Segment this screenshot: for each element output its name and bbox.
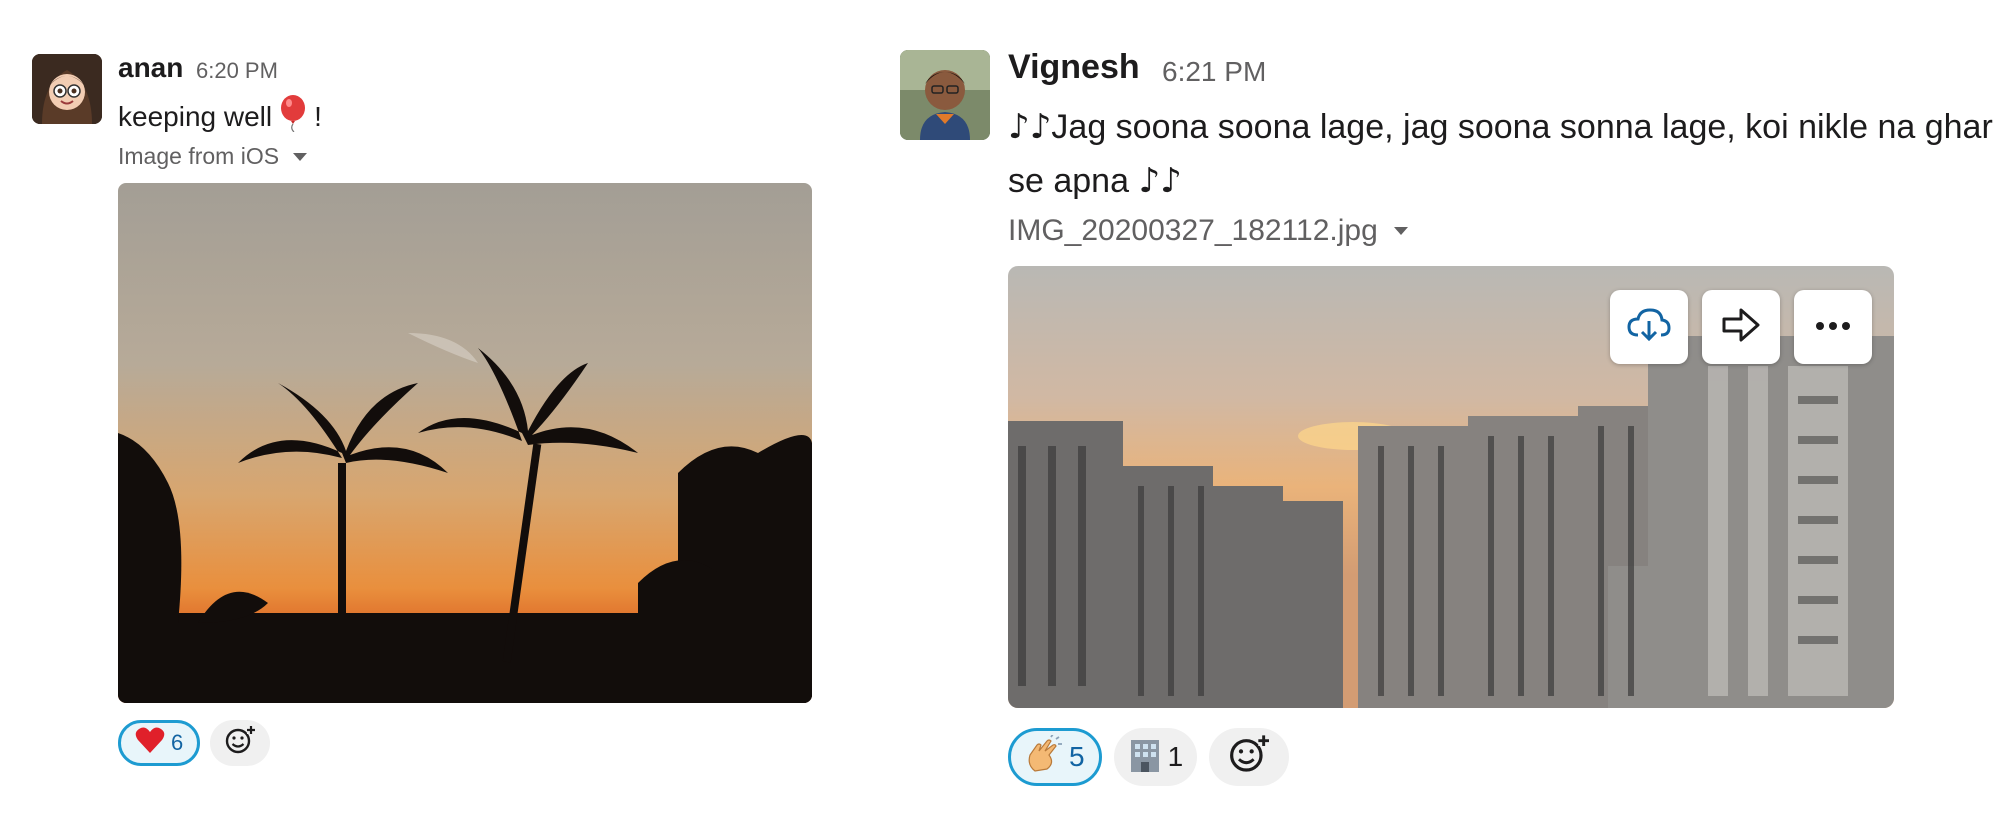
avatar[interactable] xyxy=(900,50,990,140)
message-text: keeping well ! xyxy=(118,94,322,139)
message-suffix: ! xyxy=(314,100,322,132)
more-icon xyxy=(1815,318,1851,336)
music-notes-icon: ♪♪ xyxy=(1138,161,1182,201)
message-body: keeping well xyxy=(118,100,273,132)
reaction-heart[interactable]: 6 xyxy=(118,720,201,766)
author-name[interactable]: Vignesh xyxy=(1008,48,1140,87)
timestamp[interactable]: 6:20 PM xyxy=(196,58,278,84)
clapping-hands-icon xyxy=(1025,733,1063,780)
reactions-bar: 6 xyxy=(118,720,271,766)
chevron-down-icon[interactable] xyxy=(1393,227,1408,235)
share-button[interactable] xyxy=(1702,290,1780,364)
image-actions xyxy=(1610,290,1872,364)
music-notes-icon: ♪♪ xyxy=(1008,107,1052,147)
red-heart-icon xyxy=(135,726,165,760)
add-emoji-icon xyxy=(1229,733,1270,781)
file-label-row[interactable]: IMG_20200327_182112.jpg xyxy=(1008,214,1408,248)
reactions-bar: 5 1 xyxy=(1008,728,1290,786)
office-building-icon xyxy=(1128,736,1162,779)
add-reaction-button[interactable] xyxy=(210,720,271,766)
sunset-city-buildings-image[interactable] xyxy=(1008,266,1894,708)
message-text: ♪♪Jag soona soona lage, jag soona sonna … xyxy=(1008,100,2000,208)
reaction-count: 6 xyxy=(171,730,184,755)
chevron-down-icon[interactable] xyxy=(293,152,308,161)
share-arrow-icon xyxy=(1721,307,1761,348)
author-name[interactable]: anan xyxy=(118,52,183,84)
reaction-count: 1 xyxy=(1167,741,1184,772)
sunset-palm-trees-image[interactable] xyxy=(118,183,812,703)
reaction-count: 5 xyxy=(1069,741,1085,772)
message-anan: anan 6:20 PM keeping well ! Image from i… xyxy=(0,0,870,822)
timestamp[interactable]: 6:21 PM xyxy=(1162,56,1266,88)
cloud-download-icon xyxy=(1627,305,1671,350)
reaction-clap[interactable]: 5 xyxy=(1008,728,1102,786)
add-emoji-icon xyxy=(225,725,256,761)
file-label-row[interactable]: Image from iOS xyxy=(118,143,308,170)
more-actions-button[interactable] xyxy=(1794,290,1872,364)
file-label[interactable]: IMG_20200327_182112.jpg xyxy=(1008,214,1378,248)
message-vignesh: Vignesh 6:21 PM ♪♪Jag soona soona lage, … xyxy=(880,0,1993,822)
add-reaction-button[interactable] xyxy=(1209,728,1290,786)
file-label[interactable]: Image from iOS xyxy=(118,143,279,170)
download-button[interactable] xyxy=(1610,290,1688,364)
reaction-building[interactable]: 1 xyxy=(1113,728,1198,786)
avatar[interactable] xyxy=(32,54,102,124)
balloon-icon xyxy=(278,94,308,139)
